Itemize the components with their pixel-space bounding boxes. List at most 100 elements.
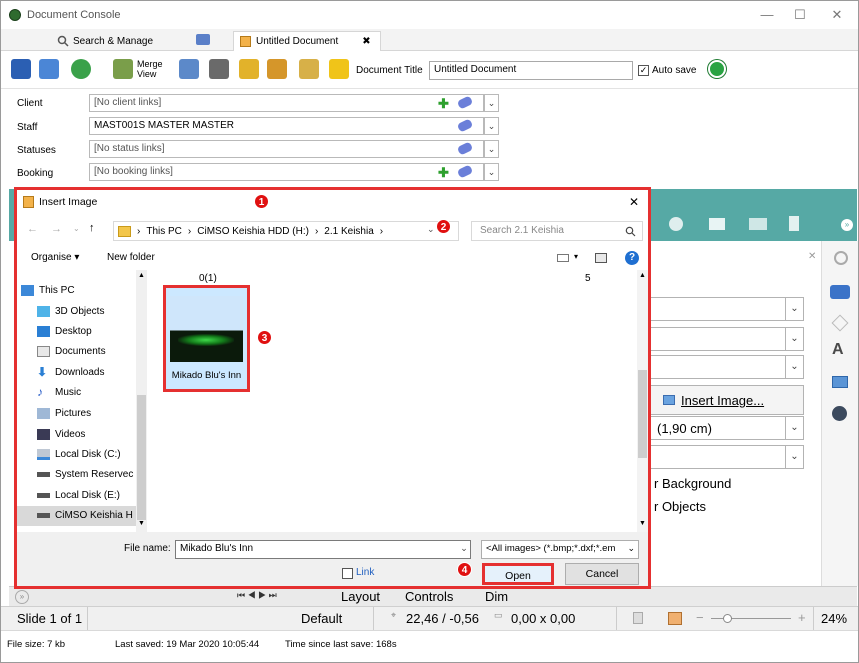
magnifier-icon[interactable]: [179, 59, 199, 79]
client-dropdown[interactable]: ⌄: [484, 94, 499, 112]
insert-image-button[interactable]: Insert Image...: [650, 385, 804, 415]
text-style-icon[interactable]: A: [832, 341, 844, 359]
folder-search-input[interactable]: Search 2.1 Keishia: [471, 221, 643, 241]
forward-button[interactable]: →: [51, 223, 62, 235]
lock-icon[interactable]: [633, 612, 643, 624]
tab-close-icon[interactable]: ✖: [362, 36, 370, 47]
nav-item-pictures[interactable]: Pictures: [37, 408, 91, 419]
file-name-dropdown[interactable]: ⌄: [457, 540, 471, 559]
go-arrow-icon[interactable]: [708, 60, 726, 78]
staff-dropdown[interactable]: ⌄: [484, 117, 499, 135]
merge-view-label[interactable]: Merge View: [137, 59, 167, 79]
cancel-button[interactable]: Cancel: [565, 563, 639, 585]
nav-scrollbar[interactable]: ▲ ▼: [136, 270, 147, 532]
breadcrumb[interactable]: › This PC › CiMSO Keishia HDD (H:) › 2.1…: [113, 221, 459, 241]
booking-field[interactable]: [No booking links]: [89, 163, 484, 181]
nav-item-videos[interactable]: Videos: [37, 429, 85, 440]
breadcrumb-drive[interactable]: CiMSO Keishia HDD (H:): [197, 226, 309, 237]
close-window-button[interactable]: ✕: [827, 7, 847, 23]
document-title-input[interactable]: Untitled Document: [429, 61, 633, 80]
zoom-slider-handle[interactable]: [723, 614, 732, 623]
tab-controls[interactable]: Controls: [405, 589, 453, 604]
booking-dropdown[interactable]: ⌄: [484, 163, 499, 181]
columns-icon[interactable]: [789, 216, 799, 231]
compass-icon[interactable]: [832, 406, 847, 421]
export-icon[interactable]: [239, 59, 259, 79]
align-icon[interactable]: [709, 218, 725, 230]
globe-icon[interactable]: [71, 59, 91, 79]
client-field[interactable]: [No client links]: [89, 94, 484, 112]
nav-scrollbar-thumb[interactable]: [137, 395, 146, 520]
list-icon[interactable]: [749, 218, 767, 230]
nav-item-system-reserved[interactable]: System Reservec: [37, 469, 133, 480]
picture-icon[interactable]: [832, 376, 848, 388]
breadcrumb-this-pc[interactable]: This PC: [146, 226, 182, 237]
view-options-icon[interactable]: [557, 254, 569, 262]
scroll-down-icon[interactable]: ▼: [138, 520, 145, 527]
tab-search-manage[interactable]: Search & Manage: [57, 31, 153, 51]
nav-item-documents[interactable]: Documents: [37, 346, 106, 357]
fit-page-icon[interactable]: [668, 612, 682, 625]
property-select-2[interactable]: ⌄: [650, 327, 804, 351]
address-history-dropdown[interactable]: ⌄: [427, 224, 435, 235]
staff-field[interactable]: MAST001S MASTER MASTER: [89, 117, 484, 135]
add-booking-icon[interactable]: ✚: [438, 165, 449, 181]
nav-item-local-disk-c[interactable]: Local Disk (C:): [37, 449, 121, 460]
preview-pane-icon[interactable]: [595, 253, 607, 263]
statuses-dropdown[interactable]: ⌄: [484, 140, 499, 158]
merge-view-icon[interactable]: [113, 59, 133, 79]
diamond-icon[interactable]: [831, 314, 849, 332]
view-dropdown[interactable]: ▾: [574, 252, 578, 261]
document-icon[interactable]: [299, 59, 319, 79]
new-folder-button[interactable]: New folder: [107, 252, 155, 263]
objects-option[interactable]: r Objects: [654, 499, 706, 514]
statuses-field[interactable]: [No status links]: [89, 140, 484, 158]
back-button[interactable]: ←: [27, 223, 38, 235]
file-type-filter[interactable]: <All images> (*.bmp;*.dxf;*.em ⌄: [481, 540, 639, 559]
tab-layout[interactable]: Layout: [341, 589, 380, 604]
dialog-close-button[interactable]: ✕: [629, 195, 639, 209]
background-option[interactable]: r Background: [654, 476, 731, 491]
expand-icon[interactable]: »: [15, 590, 29, 604]
save-as-icon[interactable]: [39, 59, 59, 79]
tab-untitled-document[interactable]: Untitled Document ✖: [233, 31, 381, 51]
property-select-1[interactable]: ⌄: [650, 297, 804, 321]
gear-icon[interactable]: [834, 251, 848, 265]
file-item-mikado[interactable]: Mikado Blu's Inn: [163, 285, 250, 392]
minimize-button[interactable]: —: [757, 7, 777, 22]
nav-item-music[interactable]: ♪ Music: [37, 386, 81, 398]
property-select-4[interactable]: ⌄: [650, 445, 804, 469]
organise-menu[interactable]: Organise ▾: [31, 252, 79, 263]
scroll-up-icon[interactable]: ▲: [639, 272, 646, 279]
nav-item-local-disk-e[interactable]: Local Disk (E:): [37, 490, 120, 501]
print-icon[interactable]: [209, 59, 229, 79]
key-icon[interactable]: [329, 59, 349, 79]
file-scrollbar-thumb[interactable]: [638, 370, 647, 458]
tab-dimensions[interactable]: Dim: [485, 589, 508, 604]
file-scrollbar[interactable]: ▲ ▼: [637, 270, 648, 532]
link-checkbox[interactable]: [342, 568, 353, 579]
toggle-icon[interactable]: [830, 285, 850, 299]
nav-item-downloads[interactable]: ⬇ Downloads: [37, 366, 104, 378]
recent-dropdown[interactable]: ⌄: [73, 224, 80, 233]
image-size-select[interactable]: (1,90 cm) ⌄: [650, 416, 804, 440]
nav-item-desktop[interactable]: Desktop: [37, 326, 92, 337]
panel-close-icon[interactable]: ✕: [808, 251, 816, 262]
import-icon[interactable]: [267, 59, 287, 79]
property-select-3[interactable]: ⌄: [650, 355, 804, 379]
autosave-checkbox[interactable]: ✓: [638, 65, 649, 76]
expand-ribbon-icon[interactable]: »: [841, 219, 853, 231]
open-button[interactable]: Open: [482, 563, 554, 585]
scroll-down-icon[interactable]: ▼: [639, 520, 646, 527]
add-client-icon[interactable]: ✚: [438, 96, 449, 112]
maximize-button[interactable]: ☐: [790, 7, 810, 23]
nav-item-cimso-drive[interactable]: CiMSO Keishia H: [37, 510, 133, 521]
zoom-out-button[interactable]: −: [696, 610, 704, 625]
breadcrumb-folder[interactable]: 2.1 Keishia: [324, 226, 373, 237]
file-name-input[interactable]: Mikado Blu's Inn: [175, 540, 471, 559]
up-button[interactable]: ↑: [89, 222, 95, 234]
zoom-in-button[interactable]: +: [798, 610, 806, 625]
slide-nav-controls[interactable]: ⏮ ◀ ▶ ⏭: [237, 590, 277, 601]
scroll-up-icon[interactable]: ▲: [138, 272, 145, 279]
help-icon[interactable]: ?: [625, 251, 639, 265]
